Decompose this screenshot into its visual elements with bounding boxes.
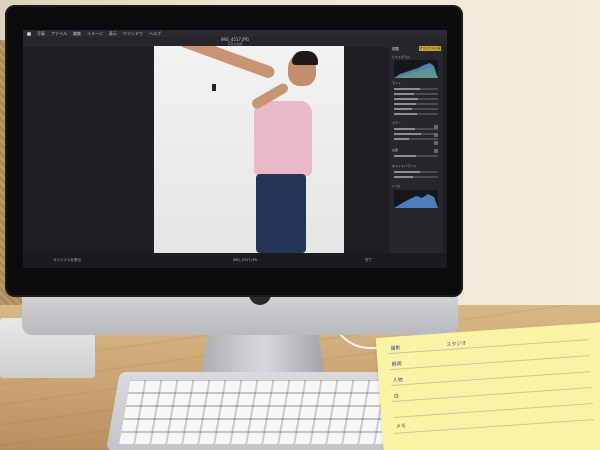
note-line-4: 人物 xyxy=(392,377,403,384)
light-slider-5[interactable] xyxy=(394,108,438,110)
menu-view[interactable]: 表示 xyxy=(109,30,117,37)
slider-fill xyxy=(394,108,412,110)
menu-image[interactable]: イメージ xyxy=(87,30,103,37)
levels-graph xyxy=(394,194,438,208)
menu-edit[interactable]: 編集 xyxy=(73,30,81,37)
menu-bar: 写真 ファイル 編集 イメージ 表示 ウインドウ ヘルプ xyxy=(23,30,447,37)
apple-menu-icon[interactable] xyxy=(27,31,31,36)
color-slider-2[interactable] xyxy=(394,133,438,135)
person-hair xyxy=(292,51,318,65)
light-slider-2[interactable] xyxy=(394,93,438,95)
retouch-icon[interactable] xyxy=(434,149,438,153)
note-line-6: メモ xyxy=(395,423,407,430)
show-original-button[interactable]: オリジナルを表示 xyxy=(53,258,81,263)
note-line-1: 撮影 xyxy=(390,345,401,352)
keyboard xyxy=(106,372,426,450)
note-rule xyxy=(391,371,591,387)
menu-file[interactable]: ファイル xyxy=(51,30,67,37)
levels-histogram xyxy=(394,190,438,208)
menu-window[interactable]: ウインドウ xyxy=(123,30,143,37)
section-levels[interactable]: レベル xyxy=(392,184,440,188)
sticky-note: 撮影 スタジオ 照明 人物 白 メモ xyxy=(375,322,600,450)
note-rule xyxy=(393,403,593,418)
color-slider-3[interactable] xyxy=(394,138,438,140)
keyboard-keys xyxy=(119,380,415,444)
note-rule xyxy=(388,339,589,355)
wb-slider-2[interactable] xyxy=(394,176,438,178)
imac-bezel: 写真 ファイル 編集 イメージ 表示 ウインドウ ヘルプ IMG_4517.JP… xyxy=(5,5,463,297)
bw-slider[interactable] xyxy=(394,155,438,157)
slider-fill xyxy=(394,88,421,90)
light-slider-1[interactable] xyxy=(394,88,438,90)
person-pants xyxy=(256,174,306,253)
histogram-green xyxy=(394,67,438,78)
tool-strip xyxy=(434,125,440,157)
histogram-top xyxy=(394,60,438,78)
section-white-balance[interactable]: ホワイトバランス xyxy=(392,164,440,168)
levels-blue xyxy=(394,194,438,208)
person-shirt xyxy=(254,101,312,176)
done-button[interactable]: 完了 xyxy=(365,258,372,263)
note-line-5: 白 xyxy=(393,393,400,400)
revert-button[interactable]: オリジナルに戻す xyxy=(419,46,441,55)
section-histogram[interactable]: ヒストグラム xyxy=(392,55,440,59)
slider-fill xyxy=(394,113,417,115)
filename-label: IMG_4517.JPG xyxy=(233,258,258,262)
light-slider-3[interactable] xyxy=(394,98,438,100)
person-arm xyxy=(177,46,277,80)
bottom-toolbar: オリジナルを表示 IMG_4517.JPG 完了 xyxy=(23,253,447,268)
slider-fill xyxy=(394,128,416,130)
section-color[interactable]: カラー xyxy=(392,121,440,125)
menu-help[interactable]: ヘルプ xyxy=(149,30,161,37)
adjust-icon[interactable] xyxy=(434,141,438,145)
note-line-2: スタジオ xyxy=(446,340,467,349)
wristwatch xyxy=(212,84,216,91)
photo-preview[interactable] xyxy=(154,46,344,253)
light-slider-6[interactable] xyxy=(394,113,438,115)
slider-fill xyxy=(394,155,416,157)
imac-screen: 写真 ファイル 編集 イメージ 表示 ウインドウ ヘルプ IMG_4517.JP… xyxy=(23,30,447,268)
note-rule xyxy=(389,355,590,371)
histogram-graph xyxy=(394,63,438,78)
slider-fill xyxy=(394,98,419,100)
light-slider-4[interactable] xyxy=(394,103,438,105)
slider-fill xyxy=(394,103,416,105)
filter-icon[interactable] xyxy=(434,133,438,137)
note-rule xyxy=(394,418,594,434)
slider-fill xyxy=(394,93,414,95)
wb-slider-1[interactable] xyxy=(394,171,438,173)
slider-fill xyxy=(394,171,420,173)
section-bw[interactable]: 白黒 xyxy=(392,148,440,152)
note-line-3: 照明 xyxy=(391,361,402,368)
menu-photos[interactable]: 写真 xyxy=(37,30,45,37)
slider-fill xyxy=(394,133,422,135)
section-light[interactable]: ライト xyxy=(392,81,440,85)
crop-icon[interactable] xyxy=(434,125,438,129)
color-slider-1[interactable] xyxy=(394,128,438,130)
slider-fill xyxy=(394,138,410,140)
slider-fill xyxy=(394,176,414,178)
note-rule xyxy=(392,387,592,403)
photo-scene: 写真 ファイル 編集 イメージ 表示 ウインドウ ヘルプ IMG_4517.JP… xyxy=(0,0,600,450)
